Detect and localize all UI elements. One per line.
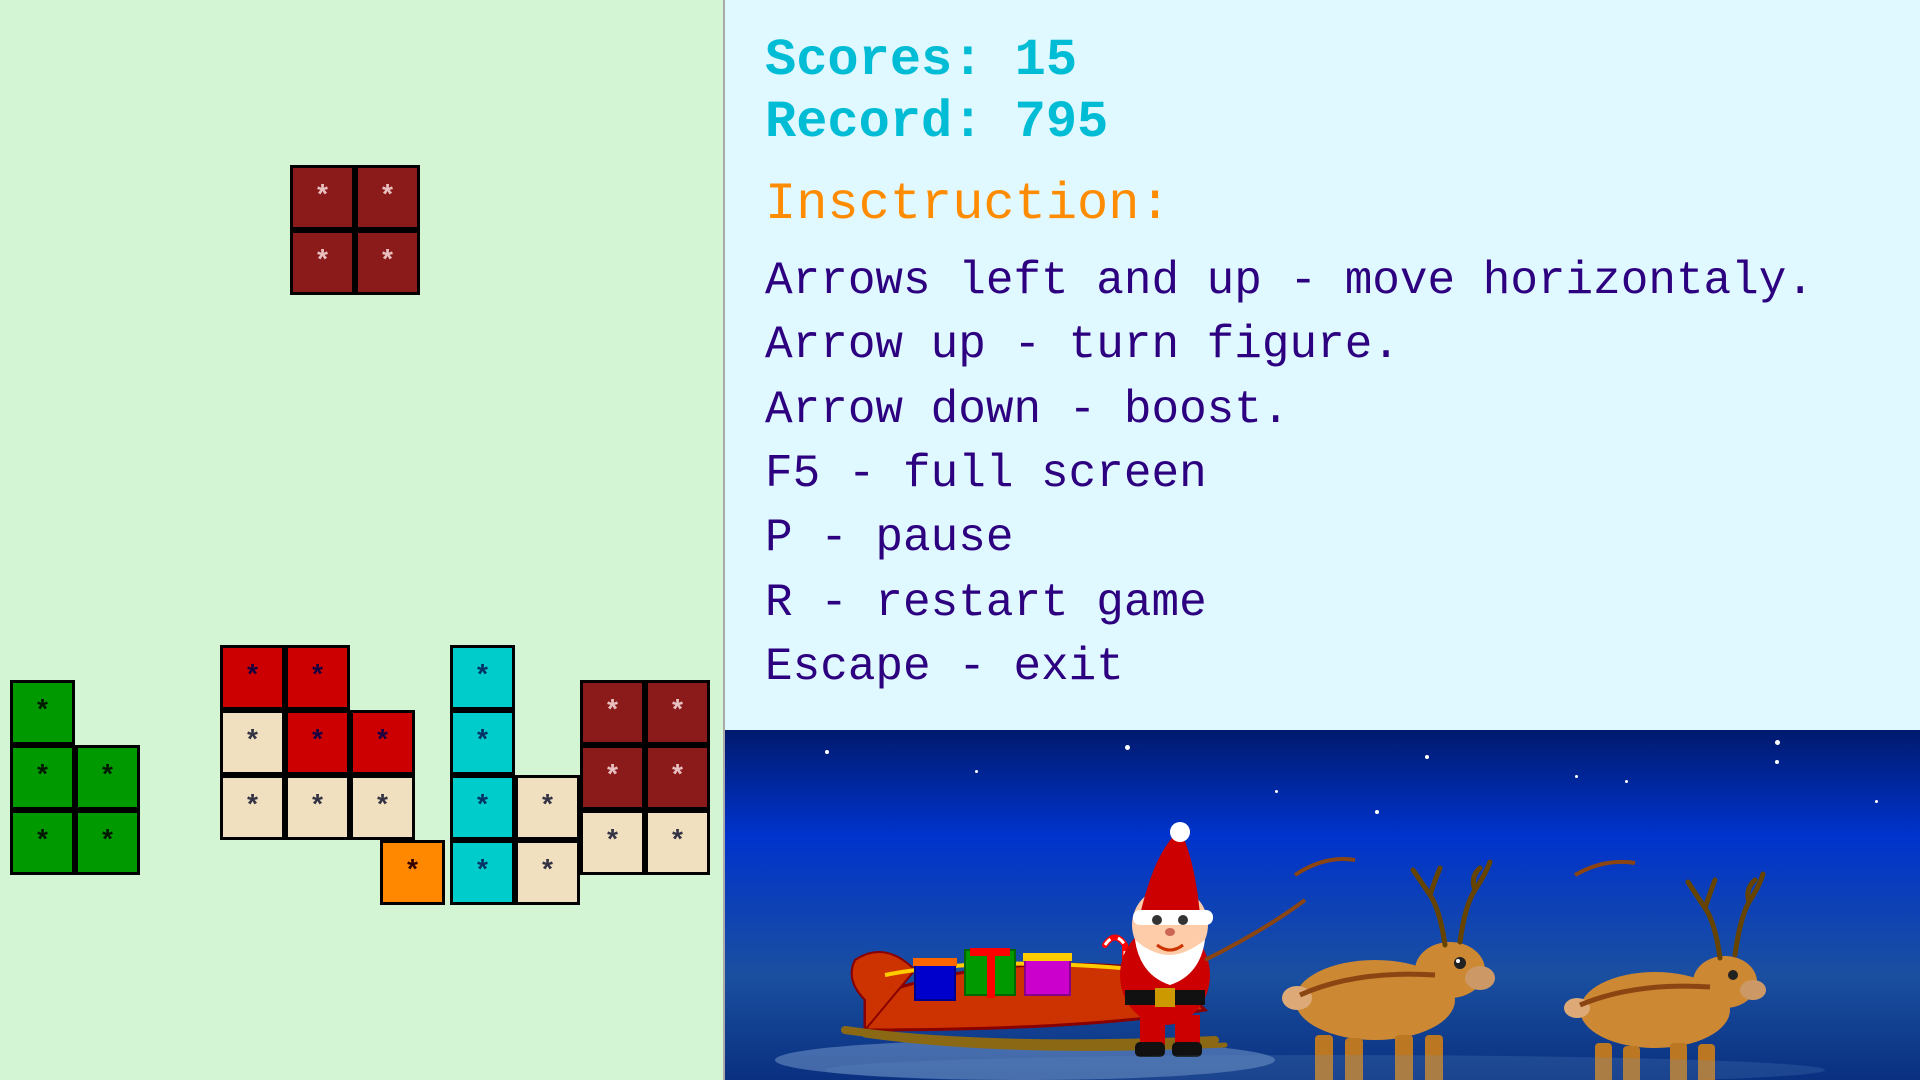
- instruction-line-2: Arrow up - turn figure.: [765, 313, 1880, 377]
- block-dr4: *: [645, 745, 710, 810]
- block-dr1: *: [580, 680, 645, 745]
- block-r1: *: [220, 645, 285, 710]
- instruction-line-7: Escape - exit: [765, 635, 1880, 699]
- block-br: *: [355, 230, 420, 295]
- game-board: * * * * * * * * * * * * * * * * * * * * …: [0, 0, 725, 1080]
- block-c4: *: [450, 840, 515, 905]
- instruction-line-5: P - pause: [765, 506, 1880, 570]
- block-g4: *: [75, 745, 140, 810]
- block-tl: *: [290, 165, 355, 230]
- scores-display: Scores: 15: [765, 30, 1880, 92]
- block-be3: *: [580, 810, 645, 875]
- right-panel: Scores: 15 Record: 795 Insctruction: Arr…: [725, 0, 1920, 1080]
- block-b4: *: [350, 775, 415, 840]
- block-be2: *: [515, 840, 580, 905]
- instruction-line-3: Arrow down - boost.: [765, 378, 1880, 442]
- instruction-line-4: F5 - full screen: [765, 442, 1880, 506]
- block-o1: *: [380, 840, 445, 905]
- info-panel: Scores: 15 Record: 795 Insctruction: Arr…: [725, 0, 1920, 730]
- block-g5: *: [75, 810, 140, 875]
- block-c2: *: [450, 710, 515, 775]
- block-dr2: *: [645, 680, 710, 745]
- block-dr3: *: [580, 745, 645, 810]
- block-b1: *: [220, 710, 285, 775]
- block-r4: *: [350, 710, 415, 775]
- block-g3: *: [10, 810, 75, 875]
- block-r3: *: [285, 710, 350, 775]
- block-r2: *: [285, 645, 350, 710]
- santa-scene: [725, 730, 1920, 1080]
- instruction-header: Insctruction:: [765, 175, 1880, 234]
- instruction-line-6: R - restart game: [765, 571, 1880, 635]
- block-tr: *: [355, 165, 420, 230]
- block-g2: *: [10, 745, 75, 810]
- record-display: Record: 795: [765, 92, 1880, 154]
- block-b3: *: [285, 775, 350, 840]
- block-g1: *: [10, 680, 75, 745]
- block-b2: *: [220, 775, 285, 840]
- block-bl: *: [290, 230, 355, 295]
- instruction-line-1: Arrows left and up - move horizontaly.: [765, 249, 1880, 313]
- block-be4: *: [645, 810, 710, 875]
- christmas-panel: [725, 730, 1920, 1080]
- block-be1: *: [515, 775, 580, 840]
- instructions-body: Arrows left and up - move horizontaly. A…: [765, 249, 1880, 700]
- block-c1: *: [450, 645, 515, 710]
- block-c3: *: [450, 775, 515, 840]
